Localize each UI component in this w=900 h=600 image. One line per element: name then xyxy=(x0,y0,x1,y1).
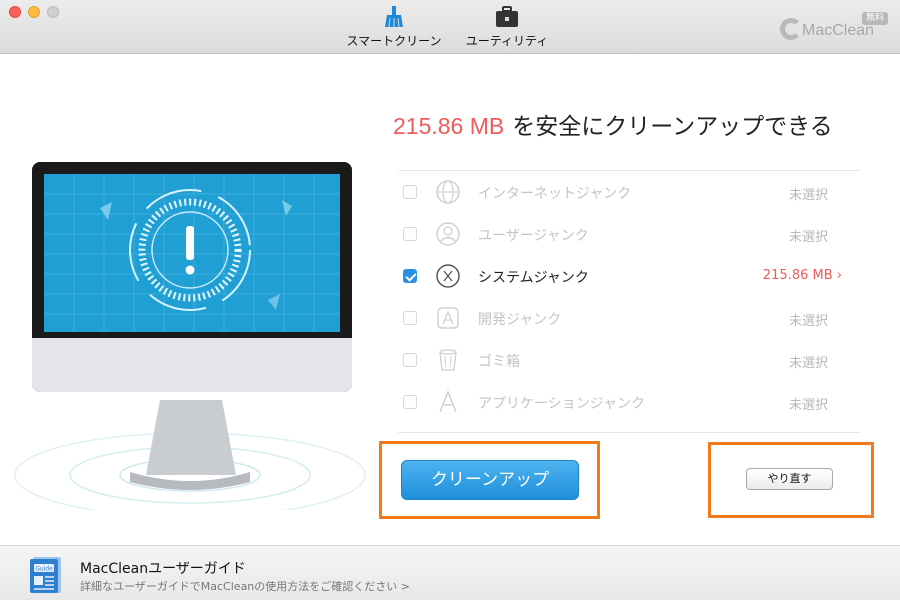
system-junk-size-link[interactable]: 215.86 MB › xyxy=(763,268,842,283)
headline-text: を安全にクリーンアップできる xyxy=(512,113,833,139)
app-junk-label: アプリケーションジャンク xyxy=(478,396,646,412)
window-toolbar: スマートクリーン ユーティリティ 無料 MacClean xyxy=(0,0,900,54)
system-junk-checkbox[interactable] xyxy=(403,269,417,283)
close-window-button[interactable] xyxy=(9,6,21,18)
app-icon xyxy=(439,389,457,413)
junk-category-list: インターネットジャンク 未選択 ユーザージャンク 未選択 システムジャンク 21… xyxy=(398,170,860,423)
user-junk-checkbox[interactable] xyxy=(403,227,417,241)
imac-alert-illustration xyxy=(14,162,366,510)
internet-junk-checkbox[interactable] xyxy=(403,185,417,199)
guide-title: MacCleanユーザーガイド xyxy=(80,561,246,577)
app-logo: 無料 MacClean xyxy=(780,12,888,48)
zoom-window-button[interactable] xyxy=(47,6,59,18)
globe-icon xyxy=(436,180,460,204)
internet-junk-label: インターネットジャンク xyxy=(478,186,632,202)
cleanable-amount: 215.86 MB xyxy=(393,113,505,139)
toolbox-icon xyxy=(496,6,518,27)
minimize-window-button[interactable] xyxy=(28,6,40,18)
internet-junk-status: 未選択 xyxy=(788,188,828,203)
logo-mark-icon xyxy=(780,18,802,40)
guide-description-link[interactable]: 詳細なユーザーガイドでMacCleanの使用方法をご確認ください > xyxy=(80,578,410,594)
redo-button[interactable]: やり直す xyxy=(746,468,833,490)
system-junk-label: システムジャンク xyxy=(478,270,589,286)
user-junk-status: 未選択 xyxy=(788,230,828,245)
clean-up-button[interactable]: クリーンアップ xyxy=(401,460,579,500)
user-icon xyxy=(436,222,460,246)
user-guide-bar[interactable]: Guide MacCleanユーザーガイド 詳細なユーザーガイドでMacClea… xyxy=(0,545,900,600)
developer-junk-checkbox[interactable] xyxy=(403,311,417,325)
list-item-developer-junk[interactable]: 開発ジャンク 未選択 xyxy=(398,297,860,339)
list-item-user-junk[interactable]: ユーザージャンク 未選択 xyxy=(398,213,860,255)
app-name: MacClean xyxy=(802,22,875,39)
user-junk-label: ユーザージャンク xyxy=(478,228,589,244)
list-item-internet-junk[interactable]: インターネットジャンク 未選択 xyxy=(398,171,860,213)
list-item-trash[interactable]: ゴミ箱 未選択 xyxy=(398,339,860,381)
list-item-system-junk[interactable]: システムジャンク 215.86 MB › xyxy=(398,255,860,297)
developer-icon xyxy=(437,307,459,329)
guide-book-icon: Guide xyxy=(30,557,61,593)
tab-smart-clean-label: スマートクリーン xyxy=(346,34,442,48)
main-panel: 215.86 MB を安全にクリーンアップできる インターネットジャンク 未選択 … xyxy=(0,55,900,545)
trash-status: 未選択 xyxy=(788,356,828,371)
tab-smart-clean[interactable]: スマートクリーン xyxy=(342,6,446,52)
trash-checkbox[interactable] xyxy=(403,353,417,367)
tab-utility[interactable]: ユーティリティ xyxy=(462,6,552,52)
chevron-right-icon: › xyxy=(836,268,842,283)
list-item-app-junk[interactable]: アプリケーションジャンク 未選択 xyxy=(398,381,860,423)
guide-icon-text: Guide xyxy=(35,566,53,573)
trash-icon xyxy=(439,349,457,371)
clean-button-highlight: クリーンアップ xyxy=(379,441,600,519)
app-junk-status: 未選択 xyxy=(788,398,828,413)
reset-button-highlight: やり直す xyxy=(708,442,874,518)
list-divider xyxy=(398,432,860,433)
trash-label: ゴミ箱 xyxy=(478,354,520,370)
page-title: 215.86 MB を安全にクリーンアップできる xyxy=(393,107,833,141)
developer-junk-label: 開発ジャンク xyxy=(478,312,562,328)
system-x-icon xyxy=(436,264,460,288)
tab-utility-label: ユーティリティ xyxy=(465,34,549,48)
system-junk-size: 215.86 MB xyxy=(762,268,833,283)
broom-icon xyxy=(385,6,403,28)
developer-junk-status: 未選択 xyxy=(788,314,828,329)
app-junk-checkbox[interactable] xyxy=(403,395,417,409)
